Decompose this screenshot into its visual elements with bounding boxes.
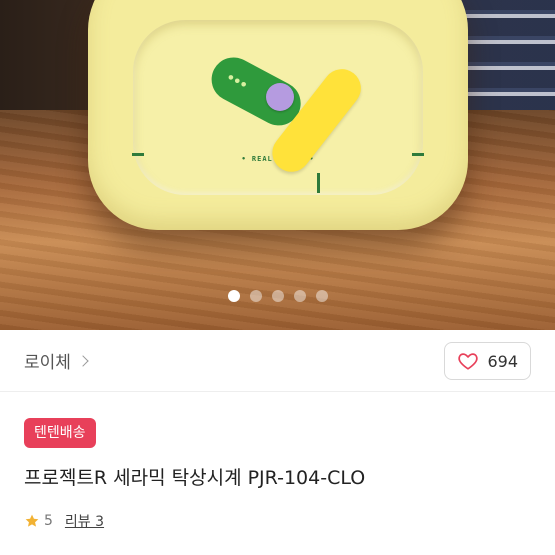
review-link[interactable]: 리뷰 3 xyxy=(65,511,104,531)
carousel-dot-1[interactable] xyxy=(227,290,240,302)
carousel-dot-5[interactable] xyxy=(315,290,328,302)
chevron-right-icon xyxy=(77,354,89,367)
like-button[interactable]: 694 xyxy=(444,342,531,380)
product-image[interactable]: • REAL CLOCK • ●●● xyxy=(0,0,555,330)
brand-link[interactable]: 로이체 xyxy=(24,348,89,373)
carousel-dot-3[interactable] xyxy=(271,290,284,302)
brand-name: 로이체 xyxy=(24,353,71,373)
heart-icon xyxy=(458,353,479,370)
clock-hub xyxy=(266,83,294,111)
clock-tick-bottom xyxy=(317,173,320,193)
clock-body: • REAL CLOCK • ●●● xyxy=(88,0,468,230)
carousel-dot-2[interactable] xyxy=(249,290,262,302)
carousel-indicator xyxy=(0,290,555,302)
like-count: 694 xyxy=(487,351,518,371)
rating-value: 5 xyxy=(44,513,53,529)
rating-row: 5 리뷰 3 xyxy=(24,511,104,531)
delivery-badge: 텐텐배송 xyxy=(24,418,96,448)
brand-row: 로이체 694 xyxy=(0,330,555,392)
background-bookshelf xyxy=(460,0,555,110)
star-icon xyxy=(25,514,39,527)
product-title: 프로젝트R 세라믹 탁상시계 PJR-104-CLO xyxy=(24,467,366,489)
carousel-dot-4[interactable] xyxy=(293,290,306,302)
